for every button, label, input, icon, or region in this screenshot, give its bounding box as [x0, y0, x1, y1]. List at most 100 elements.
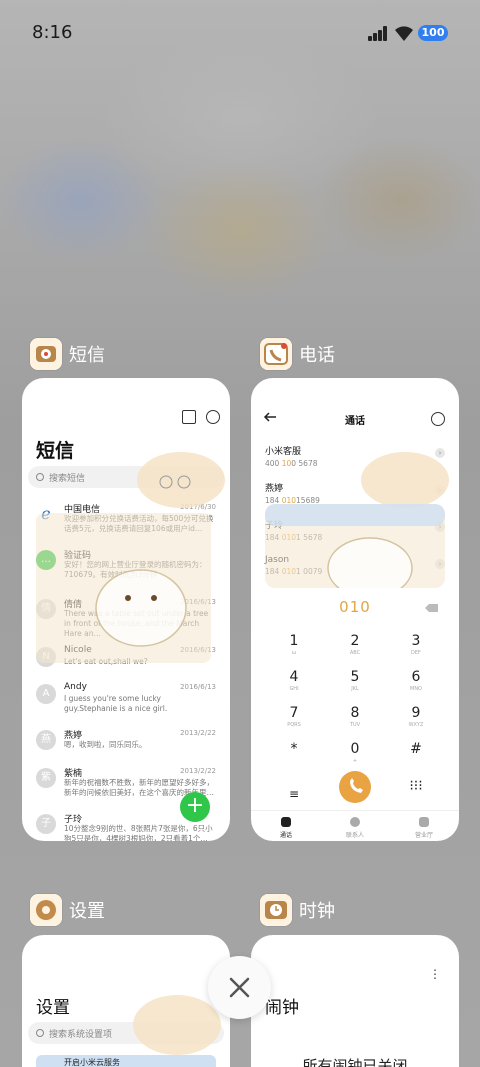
- status-bar: 8:16 100: [0, 0, 480, 64]
- dialpad-toggle-icon[interactable]: ⁝⁝⁝: [386, 778, 446, 794]
- message-preview: I guess you're some lucky guy.Stephanie …: [64, 694, 168, 713]
- list-item[interactable]: 小米客服 400 100 5678 ›: [265, 444, 445, 468]
- page-title: 短信: [36, 440, 75, 462]
- dialpad-key[interactable]: 0 +: [325, 741, 385, 765]
- contact-number: 184 0101 5678: [265, 533, 323, 542]
- app-header-sms[interactable]: 短信: [30, 337, 105, 371]
- key-digit: #: [410, 741, 422, 757]
- app-name: 短信: [69, 345, 105, 366]
- dialpad-key[interactable]: 8 TUV: [325, 705, 385, 729]
- list-item[interactable]: 燕婷 184 01015689 ›: [265, 481, 445, 505]
- sms-app-card[interactable]: 短信 搜索短信 ℯ 中国电信 2017/6/30 欢迎参加积分兑换话费活动，每5…: [22, 378, 230, 841]
- dialpad-key[interactable]: #: [386, 741, 446, 757]
- key-letters: PQRS: [287, 722, 301, 728]
- signal-icon: [368, 25, 390, 41]
- wifi-icon: [395, 26, 413, 41]
- message-bubble-icon: …: [36, 550, 56, 570]
- key-digit: 0: [350, 741, 360, 757]
- chevron-right-icon[interactable]: ›: [435, 448, 445, 458]
- key-digit: 2: [350, 633, 360, 649]
- key-digit: 3: [411, 633, 421, 649]
- chevron-right-icon[interactable]: ›: [435, 559, 445, 569]
- avatar: 倩: [36, 599, 56, 619]
- tab-contacts[interactable]: 联系人: [325, 817, 385, 839]
- key-letters: TUV: [349, 722, 361, 728]
- sms-app-icon[interactable]: [30, 338, 62, 370]
- clock-app-card[interactable]: ⋮ 闹钟 所有闹钟已关闭: [251, 935, 459, 1067]
- page-title: 设置: [36, 998, 70, 1018]
- message-preview: 嗯，收到啦，同乐同乐。: [64, 740, 147, 749]
- cloud-service-item[interactable]: 开启小米云服务: [36, 1055, 216, 1067]
- battery-indicator: 100: [418, 25, 448, 41]
- key-letters: MNO: [410, 686, 422, 692]
- key-digit: 5: [350, 669, 360, 685]
- avatar: N: [36, 647, 56, 667]
- message-date: 2016/6/13: [180, 683, 216, 691]
- phone-app-icon[interactable]: [260, 338, 292, 370]
- tab-service[interactable]: 营业厅: [394, 817, 454, 839]
- key-letters: JKL: [351, 686, 359, 692]
- key-letters: ω: [291, 650, 297, 656]
- dialpad-key[interactable]: 1ω: [264, 633, 324, 657]
- list-item[interactable]: 倩 倩倩 2016/6/13 There was a table set out…: [22, 597, 230, 651]
- app-name: 时钟: [299, 901, 335, 922]
- key-letters: DEF: [411, 650, 421, 656]
- key-digit: 8: [350, 705, 360, 721]
- clock-app-icon[interactable]: [260, 894, 292, 926]
- dialpad-key[interactable]: 6 MNO: [386, 669, 446, 693]
- app-header-clock[interactable]: 时钟: [260, 893, 335, 927]
- bottom-tab-bar: 通话 联系人 营业厅: [251, 810, 459, 840]
- message-preview: 欢迎参加积分兑换话费活动，每500分可兑换话费5元，兑换话费请回复106或用户i…: [64, 514, 214, 533]
- key-digit: 9: [411, 705, 421, 721]
- key-digit: 7: [289, 705, 299, 721]
- message-date: 2013/2/22: [180, 767, 216, 775]
- phone-app-card[interactable]: 通话 小米客服 400 100 5678 › 燕婷 184 01015689 ›…: [251, 378, 459, 841]
- list-item[interactable]: 子玲 184 0101 5678 ›: [265, 518, 445, 542]
- list-item[interactable]: … 验证码 安好！您的网上营业厅登录的随机密码为：710679。有效时间为3分钟: [22, 548, 230, 602]
- settings-app-icon[interactable]: [30, 894, 62, 926]
- chevron-right-icon[interactable]: ›: [435, 522, 445, 532]
- message-preview: 安好！您的网上营业厅登录的随机密码为：710679。有效时间为3分钟: [64, 560, 207, 579]
- more-options-icon[interactable]: ⋮: [429, 967, 441, 981]
- menu-icon[interactable]: ≡: [264, 786, 324, 802]
- message-preview: Let's eat out,shall we?: [64, 657, 148, 666]
- dialpad-key[interactable]: *: [264, 741, 324, 757]
- avatar: 紫: [36, 768, 56, 788]
- key-digit: 4: [289, 669, 299, 685]
- empty-state-text: 所有闹钟已关闭: [302, 1057, 408, 1067]
- call-button[interactable]: [339, 771, 371, 803]
- message-date: 2016/6/13: [180, 646, 216, 654]
- message-sender: Nicole: [64, 645, 92, 655]
- contact-number: 184 01015689: [265, 496, 320, 505]
- clear-all-button[interactable]: [208, 956, 271, 1019]
- dialpad-key[interactable]: 9 WXYZ: [386, 705, 446, 729]
- gear-icon[interactable]: [431, 412, 445, 426]
- backspace-icon[interactable]: [425, 603, 439, 613]
- search-icon: [36, 473, 44, 481]
- compose-button[interactable]: +: [180, 792, 210, 822]
- settings-app-card[interactable]: 设置 搜索系统设置项 开启小米云服务: [22, 935, 230, 1067]
- key-digit: 6: [411, 669, 421, 685]
- contacts-icon: [350, 817, 360, 827]
- dialpad-key[interactable]: 4 GHI: [264, 669, 324, 693]
- dialpad-key[interactable]: 2 ABC: [325, 633, 385, 657]
- thumbs-up-icon[interactable]: [182, 410, 196, 424]
- contact-name: 燕婷: [265, 484, 284, 494]
- contact-number: 184 0101 0079: [265, 567, 323, 576]
- dialpad-key[interactable]: 7 PQRS: [264, 705, 324, 729]
- search-input[interactable]: 搜索系统设置项: [28, 1022, 224, 1044]
- dialpad-key[interactable]: 5 JKL: [325, 669, 385, 693]
- tab-calls[interactable]: 通话: [256, 817, 316, 839]
- chevron-right-icon[interactable]: ›: [435, 485, 445, 495]
- gear-icon[interactable]: [206, 410, 220, 424]
- key-letters: WXYZ: [408, 722, 424, 728]
- avatar: 燕: [36, 730, 56, 750]
- list-item[interactable]: Jason 184 0101 0079 ›: [265, 555, 445, 576]
- store-icon: [419, 817, 429, 827]
- page-title: 通话: [345, 416, 365, 427]
- avatar: 子: [36, 814, 56, 834]
- dialpad-key[interactable]: 3 DEF: [386, 633, 446, 657]
- search-input[interactable]: 搜索短信: [28, 466, 224, 488]
- app-header-phone[interactable]: 电话: [260, 337, 335, 371]
- app-header-settings[interactable]: 设置: [30, 893, 105, 927]
